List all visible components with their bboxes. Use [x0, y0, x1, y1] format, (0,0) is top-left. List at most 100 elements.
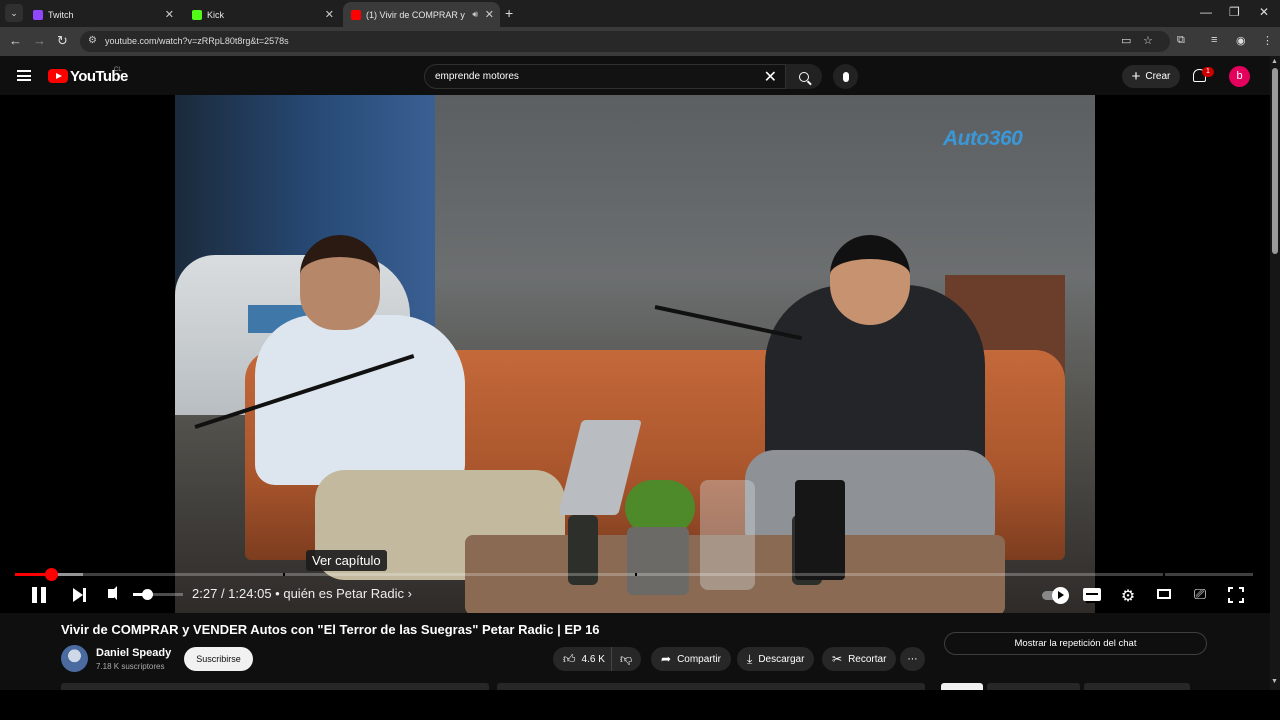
chip-all[interactable]	[941, 683, 983, 690]
description-preview[interactable]	[61, 683, 489, 690]
create-button[interactable]: + Crear	[1122, 65, 1180, 88]
tab-twitch[interactable]: Twitch ✕	[25, 2, 180, 27]
close-tab-icon[interactable]: ✕	[325, 8, 334, 21]
description-preview[interactable]	[497, 683, 925, 690]
video-player[interactable]: Auto360 Ver capítulo 2:27 / 1:24:05 • qu…	[0, 95, 1270, 613]
media-controls-icon[interactable]: ≡	[1211, 34, 1217, 46]
share-icon: ➦	[661, 652, 672, 666]
forward-icon[interactable]: →	[33, 33, 46, 48]
like-count: 4.6 K	[581, 653, 605, 665]
clear-search-icon[interactable]: ✕	[764, 67, 777, 87]
reload-icon[interactable]: ↻	[57, 33, 68, 49]
close-window-icon[interactable]: ✕	[1259, 5, 1269, 19]
youtube-favicon-icon	[351, 9, 361, 20]
current-time: 2:27	[192, 586, 218, 601]
time-display: 2:27 / 1:24:05 • quién es Petar Radic ›	[192, 586, 412, 601]
channel-name[interactable]: Daniel Speady	[96, 647, 171, 659]
create-label: Crear	[1145, 71, 1171, 82]
subscribe-button[interactable]: Suscribirse	[184, 647, 253, 671]
page-scrollbar[interactable]: ▲ ▼	[1270, 56, 1280, 690]
duration: 1:24:05	[228, 586, 272, 601]
tab-search-button[interactable]: ⌄	[5, 4, 23, 22]
pause-button[interactable]	[32, 587, 46, 603]
tab-title: Kick	[207, 9, 225, 20]
more-actions-button[interactable]: ⋯	[900, 647, 925, 671]
youtube-logo-icon[interactable]	[48, 69, 68, 83]
chip-related[interactable]	[987, 683, 1080, 690]
country-code: CL	[114, 67, 122, 73]
close-tab-icon[interactable]: ✕	[485, 8, 494, 21]
plus-icon: +	[1131, 68, 1141, 85]
tab-youtube[interactable]: (1) Vivir de COMPRAR y VEN 🔊︎ ✕	[343, 2, 500, 27]
browser-tab-bar: ⌄ Twitch ✕ Kick ✕ (1) Vivir de COMPRAR y…	[0, 0, 1280, 27]
bookmark-star-icon[interactable]: ☆	[1143, 34, 1153, 47]
url-field[interactable]: ⚙ youtube.com/watch?v=zRRpL80t8rg&t=2578…	[80, 31, 1170, 52]
search-icon	[799, 71, 809, 82]
video-watermark: Auto360	[943, 127, 1023, 150]
thumbs-up-icon: 👍︎	[563, 651, 576, 666]
url-text: youtube.com/watch?v=zRRpL80t8rg&t=2578s	[105, 36, 289, 46]
chip-channel[interactable]	[1084, 683, 1190, 690]
fullscreen-icon[interactable]	[1228, 587, 1244, 603]
next-video-button[interactable]	[73, 588, 86, 602]
scroll-up-icon[interactable]: ▲	[1271, 58, 1278, 65]
show-chat-replay-button[interactable]: Mostrar la repetición del chat	[944, 632, 1207, 655]
account-avatar[interactable]: b	[1229, 66, 1250, 87]
settings-gear-icon[interactable]: ⚙	[1117, 586, 1139, 606]
close-tab-icon[interactable]: ✕	[165, 8, 174, 21]
restore-icon[interactable]: ❐	[1229, 5, 1240, 19]
extensions-icon[interactable]: ⧉	[1177, 34, 1185, 47]
subtitles-icon[interactable]	[1083, 588, 1101, 603]
clip-button[interactable]: ✂ Recortar	[822, 647, 897, 671]
clip-label: Recortar	[848, 653, 887, 665]
install-app-icon[interactable]: ▭	[1121, 34, 1131, 47]
like-button[interactable]: 👍︎ 4.6 K	[553, 647, 611, 671]
channel-avatar[interactable]	[61, 645, 88, 672]
progress-bar[interactable]	[15, 568, 1253, 581]
chapter-title[interactable]: quién es Petar Radic	[283, 586, 404, 601]
minimize-icon[interactable]: —	[1200, 5, 1212, 19]
video-title: Vivir de COMPRAR y VENDER Autos con "El …	[61, 622, 600, 637]
tab-kick[interactable]: Kick ✕	[184, 2, 340, 27]
scrubber-handle[interactable]	[44, 568, 58, 581]
share-label: Compartir	[677, 653, 721, 665]
video-frame[interactable]: Auto360	[175, 95, 1095, 613]
site-info-icon[interactable]: ⚙	[88, 35, 97, 46]
theater-mode-icon[interactable]	[1157, 589, 1171, 599]
subscriber-count: 7.18 K suscriptores	[96, 662, 165, 671]
volume-icon[interactable]	[108, 586, 117, 600]
speaker-icon[interactable]: 🔊︎	[472, 9, 478, 20]
dislike-button[interactable]: 👎︎	[611, 647, 641, 671]
tab-title: Twitch	[48, 9, 74, 20]
chapter-tooltip[interactable]: Ver capítulo	[306, 550, 387, 571]
notification-badge: 1	[1202, 67, 1214, 77]
chevron-right-icon[interactable]: ›	[408, 586, 412, 601]
browser-menu-icon[interactable]: ⋮	[1262, 34, 1273, 47]
kick-favicon-icon	[192, 9, 202, 20]
address-bar: ← → ↻ ⚙ youtube.com/watch?v=zRRpL80t8rg&…	[0, 27, 1280, 56]
share-button[interactable]: ➦ Compartir	[651, 647, 731, 671]
cast-icon[interactable]: ⎚	[1189, 586, 1211, 603]
search-input[interactable]: emprende motores ✕	[424, 64, 786, 89]
new-tab-button[interactable]: +	[505, 5, 513, 21]
more-icon: ⋯	[907, 653, 918, 665]
download-label: Descargar	[758, 653, 805, 665]
download-button[interactable]: ⤓ Descargar	[737, 647, 815, 671]
twitch-favicon-icon	[33, 9, 43, 20]
tab-title: (1) Vivir de COMPRAR y VEN	[366, 9, 466, 20]
back-icon[interactable]: ←	[9, 33, 22, 48]
youtube-header: YouTube CL emprende motores ✕ + Crear 1 …	[0, 56, 1270, 95]
profile-icon[interactable]: ◉	[1236, 34, 1246, 47]
volume-slider[interactable]	[133, 589, 183, 600]
menu-icon[interactable]	[17, 70, 31, 81]
volume-handle[interactable]	[142, 589, 153, 600]
voice-search-button[interactable]	[833, 64, 858, 89]
download-icon: ⤓	[747, 651, 753, 666]
taskbar-area	[0, 690, 1280, 720]
search-query: emprende motores	[435, 71, 519, 82]
search-button[interactable]	[786, 64, 822, 89]
scroll-down-icon[interactable]: ▼	[1271, 678, 1278, 685]
scrollbar-thumb[interactable]	[1272, 68, 1278, 254]
microphone-icon	[842, 71, 849, 82]
autoplay-toggle[interactable]	[1042, 587, 1070, 604]
